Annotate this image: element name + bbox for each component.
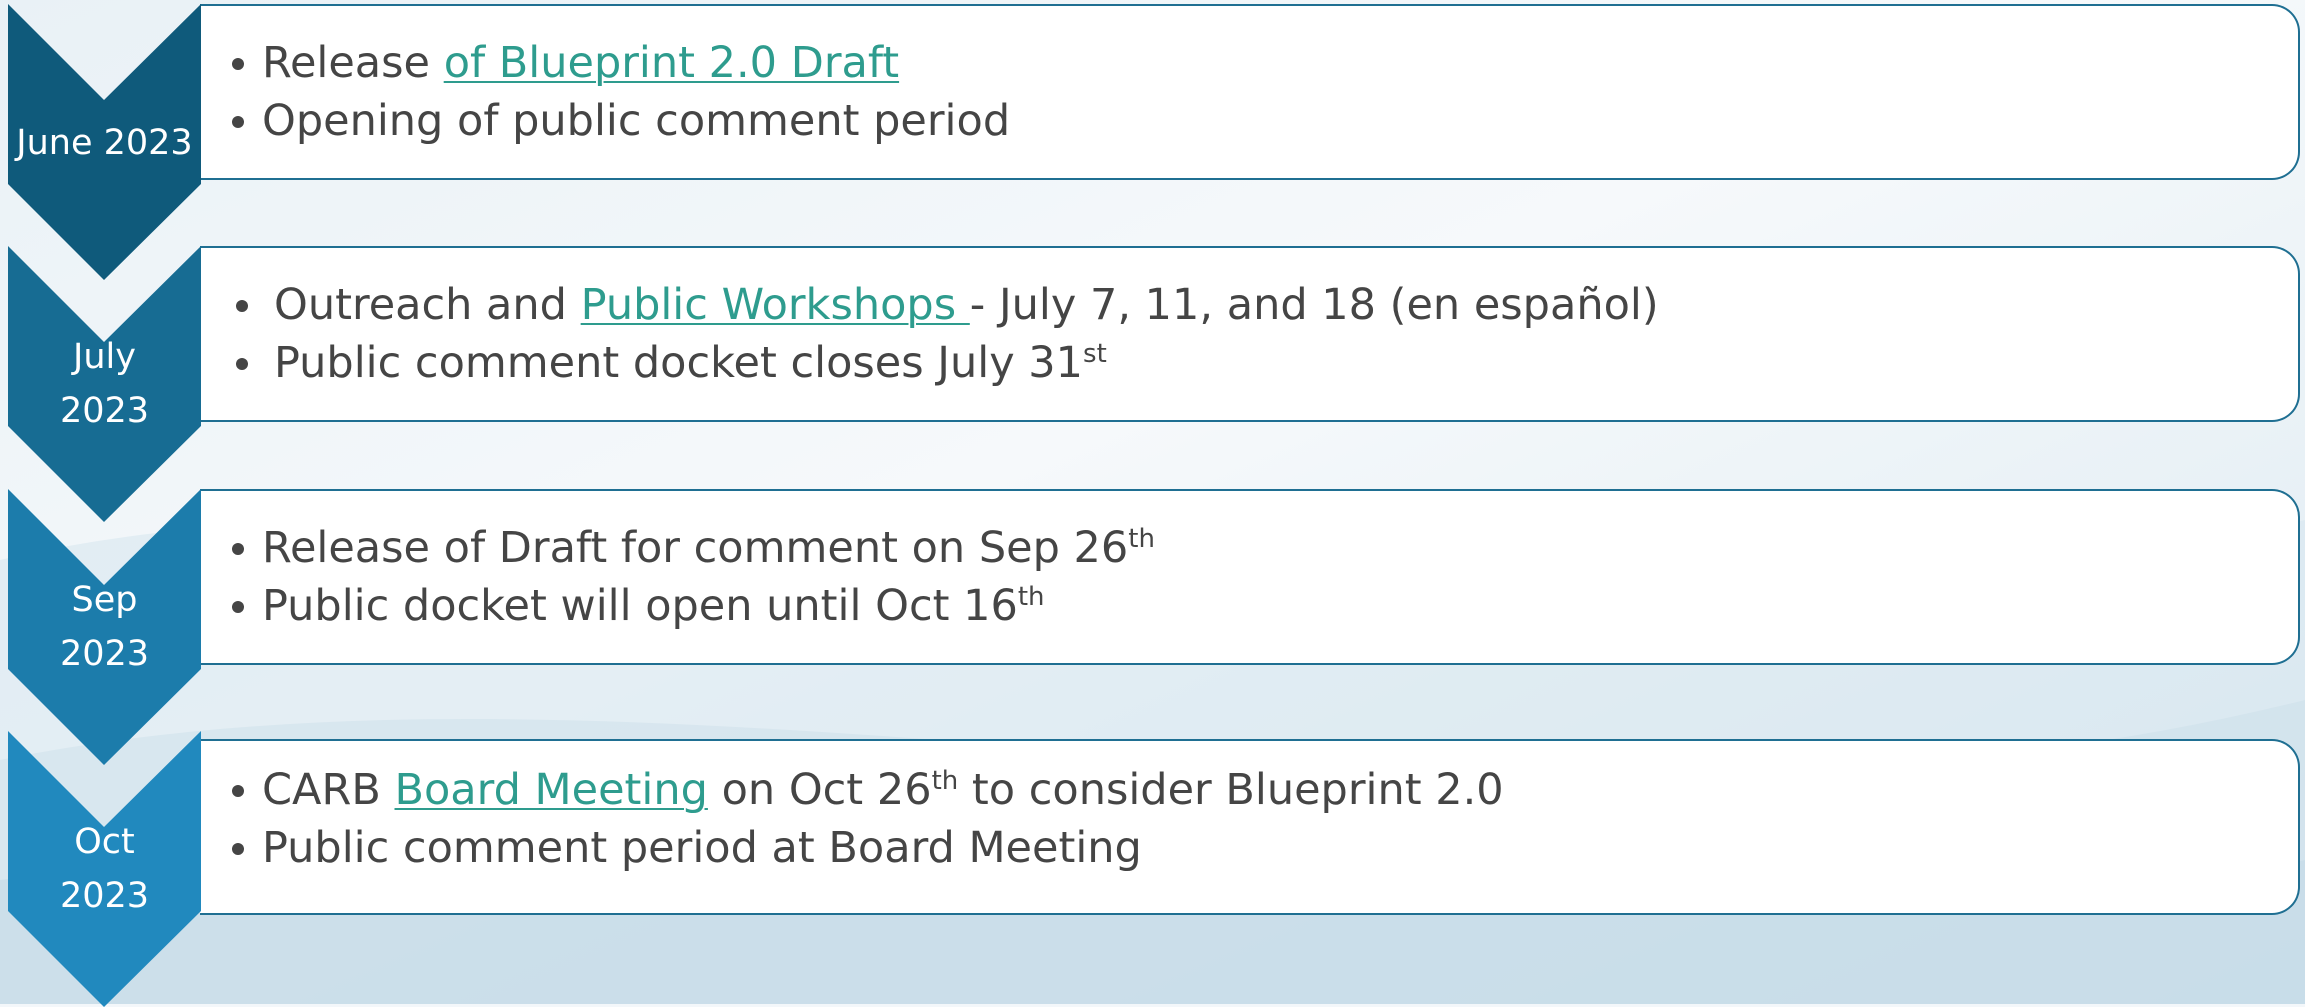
text-run: Release bbox=[262, 38, 444, 88]
text-run: - July 7, 11, and 18 (en español) bbox=[969, 280, 1659, 330]
period-label: Oct 2023 bbox=[59, 822, 150, 916]
period-label: June 2023 bbox=[16, 123, 193, 163]
link[interactable]: Public Workshops bbox=[581, 280, 970, 330]
text-run: to consider Blueprint 2.0 bbox=[958, 765, 1504, 815]
period-label: July 2023 bbox=[59, 337, 150, 431]
bullet-item: Opening of public comment period bbox=[230, 92, 1010, 150]
text-run: Public comment docket closes July 31 bbox=[274, 338, 1084, 388]
bullet-list: Release of Blueprint 2.0 Draft Opening of… bbox=[230, 34, 1010, 150]
link[interactable]: Board Meeting bbox=[395, 765, 708, 815]
text-run: on Oct 26 bbox=[707, 765, 932, 815]
bullet-list: Outreach and Public Workshops - July 7, … bbox=[230, 276, 1659, 392]
bullet-item: Outreach and Public Workshops - July 7, … bbox=[230, 276, 1659, 334]
bullet-list: Release of Draft for comment on Sep 26th… bbox=[230, 519, 1155, 635]
link[interactable]: of Blueprint 2.0 Draft bbox=[444, 38, 899, 88]
bullet-item: Public comment period at Board Meeting bbox=[230, 819, 1504, 877]
bullet-item: Public docket will open until Oct 16th bbox=[230, 577, 1155, 635]
text-run: Opening of public comment period bbox=[262, 96, 1011, 146]
text-run: Outreach and bbox=[274, 280, 581, 330]
ordinal-suffix: th bbox=[1128, 524, 1155, 554]
period-label: Sep 2023 bbox=[59, 580, 150, 674]
text-run: Public docket will open until Oct 16 bbox=[262, 581, 1018, 631]
text-run: Release of Draft for comment on Sep 26 bbox=[262, 523, 1129, 573]
bullet-item: CARB Board Meeting on Oct 26th to consid… bbox=[230, 761, 1504, 819]
ordinal-suffix: st bbox=[1083, 339, 1107, 369]
ordinal-suffix: th bbox=[1017, 582, 1045, 612]
bullet-list: CARB Board Meeting on Oct 26th to consid… bbox=[230, 761, 1504, 877]
text-run: CARB bbox=[262, 765, 395, 815]
bullet-item: Release of Draft for comment on Sep 26th bbox=[230, 519, 1155, 577]
text-run: Public comment period at Board Meeting bbox=[262, 823, 1142, 873]
bullet-item: Public comment docket closes July 31st bbox=[230, 334, 1659, 392]
bullet-item: Release of Blueprint 2.0 Draft bbox=[230, 34, 1010, 92]
ordinal-suffix: th bbox=[931, 766, 959, 796]
